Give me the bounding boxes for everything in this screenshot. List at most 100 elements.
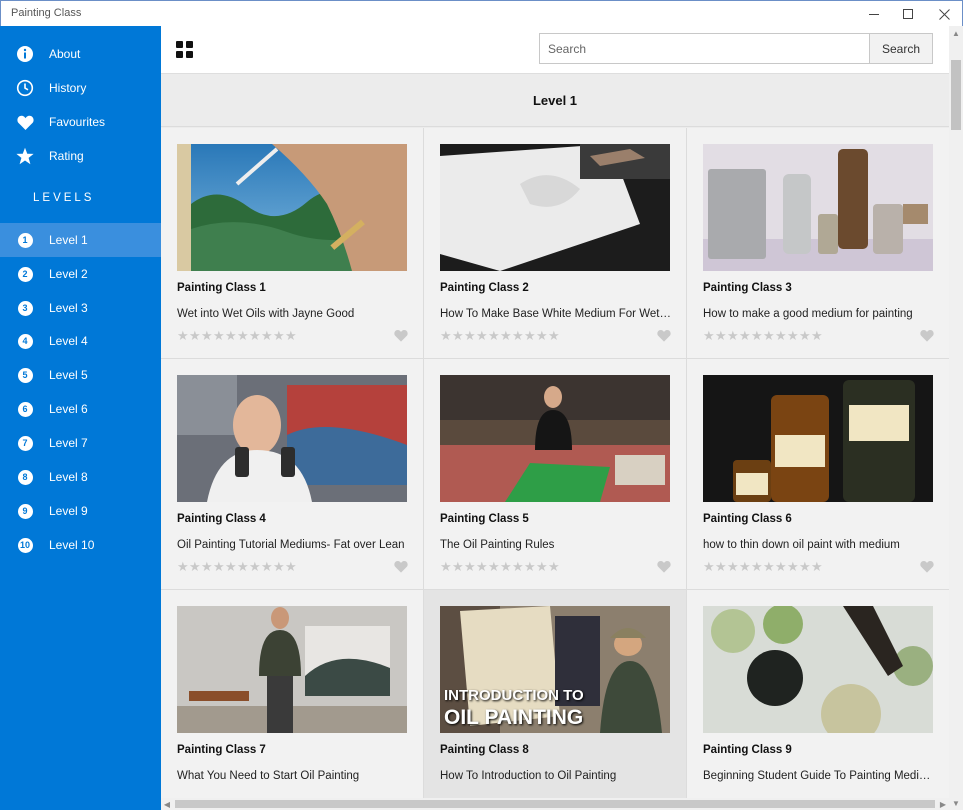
star-icon[interactable]: ★	[213, 329, 225, 342]
favourite-heart-icon[interactable]	[920, 329, 934, 342]
video-thumbnail[interactable]	[703, 375, 933, 502]
video-thumbnail[interactable]	[177, 606, 407, 733]
star-icon[interactable]: ★	[201, 329, 213, 342]
favourite-heart-icon[interactable]	[394, 560, 408, 573]
star-icon[interactable]: ★	[751, 329, 763, 342]
horizontal-scrollbar[interactable]: ◀ ▶	[161, 798, 949, 810]
sidebar-item-level-10[interactable]: 10 Level 10	[0, 528, 161, 562]
star-icon[interactable]: ★	[273, 560, 285, 573]
sidebar-item-level-4[interactable]: 4 Level 4	[0, 324, 161, 358]
star-icon[interactable]: ★	[177, 329, 189, 342]
scroll-left-icon[interactable]: ◀	[161, 798, 173, 810]
favourite-heart-icon[interactable]	[394, 329, 408, 342]
video-thumbnail[interactable]: INTRODUCTION TO OIL PAINTING	[440, 606, 670, 733]
star-icon[interactable]: ★	[488, 560, 500, 573]
favourite-heart-icon[interactable]	[920, 560, 934, 573]
star-icon[interactable]: ★	[500, 329, 512, 342]
star-icon[interactable]: ★	[464, 560, 476, 573]
sidebar-item-history[interactable]: History	[0, 71, 161, 105]
rating-stars[interactable]: ★ ★ ★ ★ ★ ★ ★ ★ ★ ★	[703, 560, 823, 573]
video-card[interactable]: INTRODUCTION TO OIL PAINTING Painting Cl…	[424, 590, 687, 798]
star-icon[interactable]: ★	[524, 560, 536, 573]
star-icon[interactable]: ★	[440, 329, 452, 342]
sidebar-item-about[interactable]: About	[0, 37, 161, 71]
sidebar-item-favourites[interactable]: Favourites	[0, 105, 161, 139]
sidebar-item-level-8[interactable]: 8 Level 8	[0, 460, 161, 494]
rating-stars[interactable]: ★ ★ ★ ★ ★ ★ ★ ★ ★ ★	[440, 329, 560, 342]
star-icon[interactable]: ★	[452, 560, 464, 573]
star-icon[interactable]: ★	[775, 329, 787, 342]
star-icon[interactable]: ★	[500, 560, 512, 573]
sidebar-item-level-1[interactable]: 1 Level 1	[0, 223, 161, 257]
vertical-scroll-thumb[interactable]	[951, 60, 961, 130]
scroll-right-icon[interactable]: ▶	[937, 798, 949, 810]
video-card[interactable]: Painting Class 5 The Oil Painting Rules …	[424, 359, 687, 590]
vertical-scrollbar[interactable]: ▲ ▼	[949, 26, 963, 810]
star-icon[interactable]: ★	[787, 329, 799, 342]
sidebar-item-rating[interactable]: Rating	[0, 139, 161, 173]
video-thumbnail[interactable]	[703, 606, 933, 733]
video-card[interactable]: Painting Class 7 What You Need to Start …	[161, 590, 424, 798]
star-icon[interactable]: ★	[739, 329, 751, 342]
star-icon[interactable]: ★	[548, 560, 560, 573]
star-icon[interactable]: ★	[440, 560, 452, 573]
star-icon[interactable]: ★	[703, 329, 715, 342]
maximize-button[interactable]	[890, 1, 926, 27]
scroll-down-icon[interactable]: ▼	[949, 796, 963, 810]
rating-stars[interactable]: ★ ★ ★ ★ ★ ★ ★ ★ ★ ★	[177, 560, 297, 573]
star-icon[interactable]: ★	[524, 329, 536, 342]
star-icon[interactable]: ★	[548, 329, 560, 342]
star-icon[interactable]: ★	[273, 329, 285, 342]
star-icon[interactable]: ★	[452, 329, 464, 342]
star-icon[interactable]: ★	[799, 560, 811, 573]
star-icon[interactable]: ★	[763, 560, 775, 573]
video-thumbnail[interactable]	[177, 375, 407, 502]
star-icon[interactable]: ★	[464, 329, 476, 342]
star-icon[interactable]: ★	[775, 560, 787, 573]
video-thumbnail[interactable]	[177, 144, 407, 271]
star-icon[interactable]: ★	[763, 329, 775, 342]
rating-stars[interactable]: ★ ★ ★ ★ ★ ★ ★ ★ ★ ★	[177, 329, 297, 342]
video-card[interactable]: Painting Class 9 Beginning Student Guide…	[687, 590, 949, 798]
video-card[interactable]: Painting Class 3 How to make a good medi…	[687, 128, 949, 359]
sidebar-item-level-7[interactable]: 7 Level 7	[0, 426, 161, 460]
star-icon[interactable]: ★	[249, 329, 261, 342]
video-card[interactable]: Painting Class 4 Oil Painting Tutorial M…	[161, 359, 424, 590]
star-icon[interactable]: ★	[225, 329, 237, 342]
star-icon[interactable]: ★	[799, 329, 811, 342]
video-thumbnail[interactable]	[440, 375, 670, 502]
star-icon[interactable]: ★	[261, 560, 273, 573]
star-icon[interactable]: ★	[536, 329, 548, 342]
star-icon[interactable]: ★	[213, 560, 225, 573]
star-icon[interactable]: ★	[476, 329, 488, 342]
rating-stars[interactable]: ★ ★ ★ ★ ★ ★ ★ ★ ★ ★	[440, 560, 560, 573]
sidebar-item-level-9[interactable]: 9 Level 9	[0, 494, 161, 528]
star-icon[interactable]: ★	[261, 329, 273, 342]
video-thumbnail[interactable]	[703, 144, 933, 271]
video-card[interactable]: Painting Class 6 how to thin down oil pa…	[687, 359, 949, 590]
star-icon[interactable]: ★	[727, 329, 739, 342]
star-icon[interactable]: ★	[751, 560, 763, 573]
star-icon[interactable]: ★	[237, 560, 249, 573]
star-icon[interactable]: ★	[189, 329, 201, 342]
star-icon[interactable]: ★	[715, 560, 727, 573]
rating-stars[interactable]: ★ ★ ★ ★ ★ ★ ★ ★ ★ ★	[703, 329, 823, 342]
scroll-up-icon[interactable]: ▲	[949, 26, 963, 40]
grid-view-icon[interactable]	[176, 41, 193, 58]
star-icon[interactable]: ★	[476, 560, 488, 573]
star-icon[interactable]: ★	[715, 329, 727, 342]
star-icon[interactable]: ★	[285, 560, 297, 573]
star-icon[interactable]: ★	[201, 560, 213, 573]
star-icon[interactable]: ★	[787, 560, 799, 573]
star-icon[interactable]: ★	[811, 329, 823, 342]
search-input[interactable]	[539, 33, 870, 64]
star-icon[interactable]: ★	[512, 560, 524, 573]
close-button[interactable]	[926, 1, 962, 27]
favourite-heart-icon[interactable]	[657, 560, 671, 573]
star-icon[interactable]: ★	[727, 560, 739, 573]
favourite-heart-icon[interactable]	[657, 329, 671, 342]
minimize-button[interactable]	[856, 1, 892, 27]
star-icon[interactable]: ★	[739, 560, 751, 573]
star-icon[interactable]: ★	[249, 560, 261, 573]
star-icon[interactable]: ★	[225, 560, 237, 573]
